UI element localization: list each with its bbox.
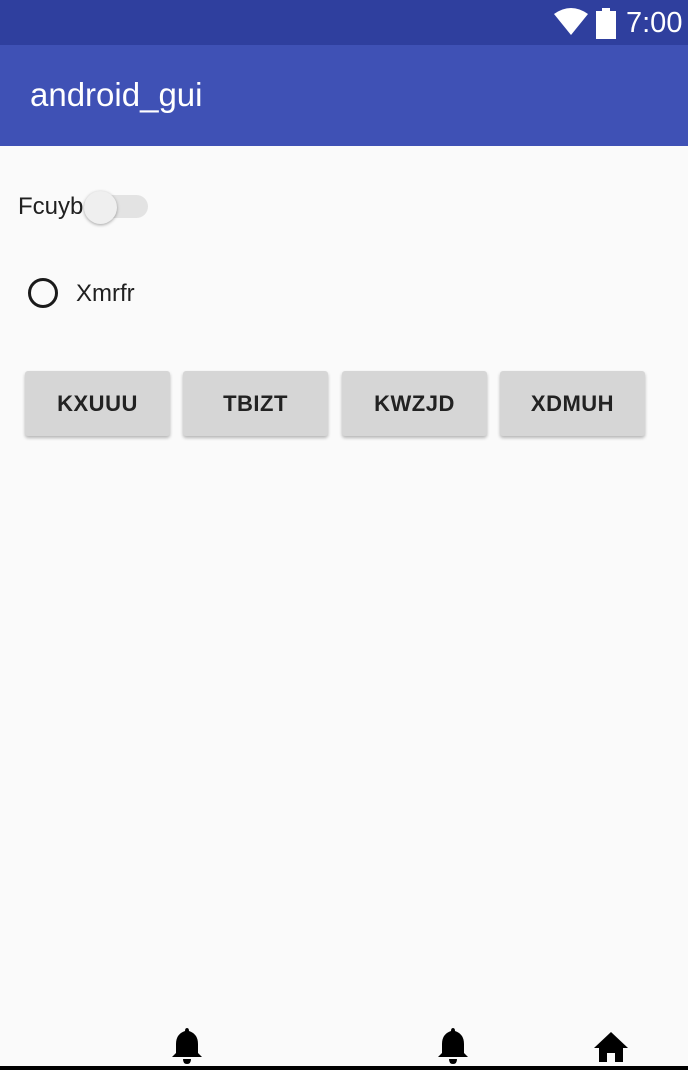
app-bar: android_gui <box>0 45 688 146</box>
tbizt-button[interactable]: TBIZT <box>183 371 328 436</box>
battery-icon <box>596 8 616 39</box>
bell-icon[interactable] <box>170 1026 204 1064</box>
status-bar: 7:00 <box>0 0 688 45</box>
screen: 7:00 android_gui Fcuyb Xmrfr KXUUU TBIZT… <box>0 0 688 1070</box>
wifi-icon <box>554 8 588 35</box>
bell-icon[interactable] <box>436 1026 470 1064</box>
kxuuu-button[interactable]: KXUUU <box>25 371 170 436</box>
nav-bar <box>0 1020 688 1070</box>
nav-bottom-line <box>0 1066 688 1070</box>
home-icon[interactable] <box>594 1026 628 1064</box>
kwzjd-button[interactable]: KWZJD <box>342 371 487 436</box>
status-clock: 7:00 <box>626 7 683 39</box>
radio-label: Xmrfr <box>76 280 135 307</box>
switch-label: Fcuyb <box>18 193 84 220</box>
app-title: android_gui <box>30 76 203 113</box>
radio-circle[interactable] <box>28 278 58 308</box>
switch-thumb[interactable] <box>84 191 117 224</box>
xdmuh-button[interactable]: XDMUH <box>500 371 645 436</box>
